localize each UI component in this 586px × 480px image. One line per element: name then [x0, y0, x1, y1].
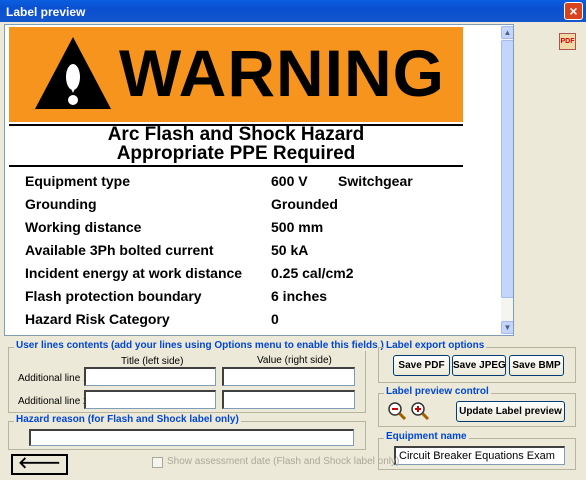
hazard-subtitle-1: Arc Flash and Shock Hazard: [107, 124, 365, 145]
close-button[interactable]: ×: [564, 2, 583, 20]
equipment-name-legend: Equipment name: [384, 431, 469, 442]
zoom-out-icon[interactable]: [387, 401, 407, 421]
value-column-header: Value (right side): [257, 355, 332, 366]
row-value: 0.25 cal/cm2: [271, 265, 354, 281]
user-lines-legend: User lines contents (add your lines usin…: [14, 340, 386, 351]
export-options-group: Label export options Save PDF Save JPEG …: [378, 340, 576, 383]
row-value: 500 mm: [271, 219, 324, 235]
export-options-legend: Label export options: [384, 340, 487, 351]
additional-line-1-label: Additional line 1: [18, 373, 89, 384]
window-titlebar: Label preview ×: [0, 0, 586, 22]
row-label: Incident energy at work distance: [25, 265, 243, 281]
warning-heading: WARNING: [119, 36, 445, 110]
update-preview-button[interactable]: Update Label preview: [456, 401, 565, 422]
scroll-up-icon[interactable]: ▲: [501, 26, 513, 39]
line2-title-input[interactable]: [84, 390, 216, 409]
line1-title-input[interactable]: [84, 367, 216, 386]
row-label: Working distance: [25, 219, 142, 235]
preview-control-legend: Label preview control: [384, 386, 491, 397]
line2-value-input[interactable]: [222, 390, 355, 409]
divider-bottom: [9, 165, 463, 167]
row-label: Flash protection boundary: [25, 288, 202, 304]
scroll-down-icon[interactable]: ▼: [501, 321, 513, 334]
row-label: Grounding: [25, 196, 97, 212]
save-pdf-button[interactable]: Save PDF: [393, 355, 450, 376]
show-date-checkbox[interactable]: [152, 457, 163, 468]
equipment-name-group: Equipment name Circuit Breaker Equations…: [378, 431, 576, 470]
show-date-label: Show assessment date (Flash and Shock la…: [167, 456, 400, 467]
back-button[interactable]: 🡐: [11, 454, 68, 475]
save-jpeg-button[interactable]: Save JPEG: [452, 355, 506, 376]
row-value: 0: [271, 311, 279, 327]
scroll-thumb[interactable]: [501, 40, 513, 298]
row-value: 50 kA: [271, 242, 309, 258]
row-label: Hazard Risk Category: [25, 311, 170, 327]
warning-banner: WARNING: [9, 27, 463, 122]
label-preview-pane: WARNING Arc Flash and Shock Hazard Appro…: [4, 24, 514, 336]
preview-control-group: Label preview control Update Label previ…: [378, 386, 576, 427]
pdf-icon[interactable]: PDF: [559, 33, 576, 50]
zoom-in-icon[interactable]: [410, 401, 430, 421]
equipment-name-input[interactable]: Circuit Breaker Equations Exam: [394, 446, 565, 465]
row-value: 600 V: [271, 173, 308, 189]
row-label: Equipment type: [25, 173, 131, 189]
preview-scrollbar[interactable]: ▲ ▼: [501, 26, 513, 334]
warning-triangle-icon: [35, 37, 111, 109]
window-title: Label preview: [6, 5, 86, 19]
row-value: Grounded: [271, 196, 338, 212]
row-label: Available 3Ph bolted current: [25, 242, 214, 258]
hazard-subtitle-2: Appropriate PPE Required: [116, 143, 356, 164]
back-arrow-icon: 🡐: [18, 455, 61, 472]
hazard-reason-group: Hazard reason (for Flash and Shock label…: [8, 414, 366, 450]
row-value-secondary: Switchgear: [338, 173, 413, 189]
user-lines-group: User lines contents (add your lines usin…: [8, 340, 386, 413]
close-icon: ×: [569, 3, 578, 19]
line1-value-input[interactable]: [222, 367, 355, 386]
hazard-reason-input[interactable]: [29, 429, 354, 446]
save-bmp-button[interactable]: Save BMP: [509, 355, 564, 376]
hazard-reason-legend: Hazard reason (for Flash and Shock label…: [14, 414, 241, 425]
row-value: 6 inches: [271, 288, 328, 304]
title-column-header: Title (left side): [121, 356, 184, 367]
additional-line-2-label: Additional line 2: [18, 396, 89, 407]
